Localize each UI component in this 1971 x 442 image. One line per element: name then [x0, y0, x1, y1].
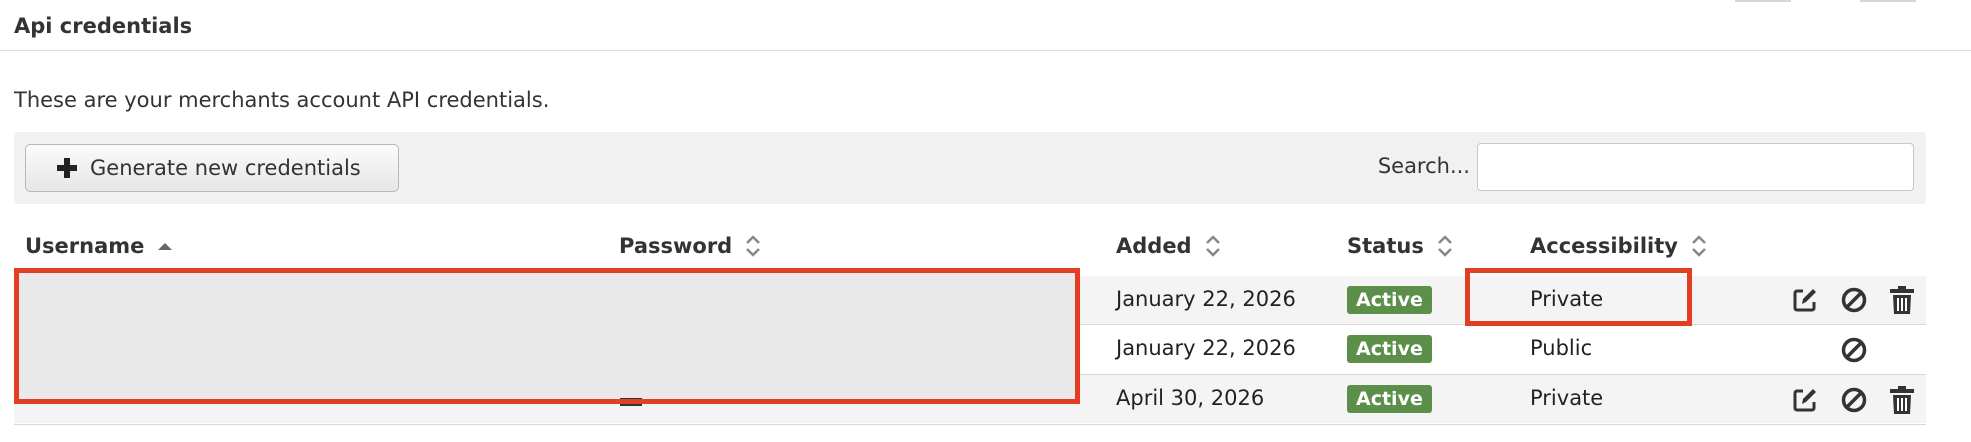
added-date: April 30, 2026	[1116, 386, 1265, 410]
top-edge-control-stub	[1735, 0, 1791, 2]
top-edge-control-stub	[1860, 0, 1916, 2]
column-header-label: Password	[619, 234, 733, 258]
annotation-box	[1465, 268, 1692, 326]
sort-icon	[746, 235, 761, 257]
annotation-box	[14, 268, 1080, 404]
column-header-status[interactable]: Status	[1347, 234, 1454, 258]
column-header-added[interactable]: Added	[1116, 234, 1222, 258]
column-header-label: Username	[25, 234, 145, 258]
search-input[interactable]	[1477, 143, 1914, 191]
search-label: Search...	[1377, 154, 1470, 178]
disable-icon[interactable]	[1839, 285, 1869, 315]
sort-ascending-icon	[158, 243, 173, 250]
sort-icon	[1692, 235, 1706, 257]
row-divider	[14, 424, 1926, 425]
intro-text: These are your merchants account API cre…	[14, 88, 550, 112]
column-header-accessibility[interactable]: Accessibility	[1530, 234, 1708, 258]
title-divider	[0, 50, 1971, 51]
toolbar: Generate new credentials Search...	[14, 132, 1926, 204]
plus-icon	[57, 158, 77, 178]
added-date: January 22, 2026	[1116, 287, 1296, 311]
trash-icon[interactable]	[1887, 385, 1917, 415]
status-badge: Active	[1347, 335, 1432, 363]
added-date: January 22, 2026	[1116, 336, 1296, 360]
column-header-password[interactable]: Password	[619, 234, 762, 258]
edit-icon[interactable]	[1790, 385, 1820, 415]
generate-credentials-label: Generate new credentials	[90, 156, 361, 180]
column-header-label: Added	[1116, 234, 1192, 258]
status-badge: Active	[1347, 385, 1432, 413]
trash-icon[interactable]	[1887, 285, 1917, 315]
disable-icon[interactable]	[1839, 335, 1869, 365]
accessibility-value: Public	[1530, 336, 1593, 360]
sort-icon	[1205, 235, 1220, 257]
edit-icon[interactable]	[1790, 285, 1820, 315]
column-header-username[interactable]: Username	[25, 234, 174, 258]
accessibility-value: Private	[1530, 386, 1604, 410]
status-badge: Active	[1347, 286, 1432, 314]
column-header-label: Status	[1347, 234, 1424, 258]
section-title: Api credentials	[14, 14, 193, 38]
generate-credentials-button[interactable]: Generate new credentials	[25, 144, 399, 192]
disable-icon[interactable]	[1839, 385, 1869, 415]
sort-icon	[1437, 235, 1452, 257]
column-header-label: Accessibility	[1530, 234, 1678, 258]
